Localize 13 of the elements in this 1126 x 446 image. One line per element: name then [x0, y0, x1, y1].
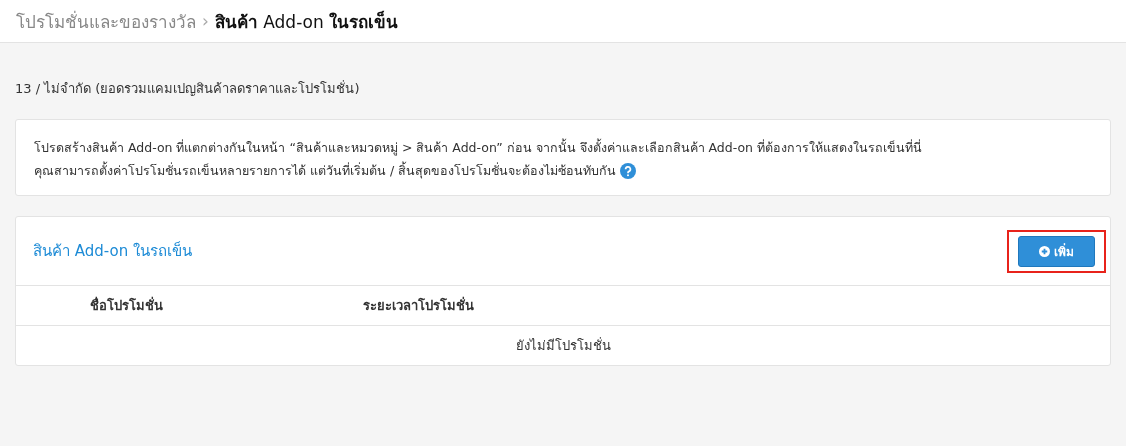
page-title: สินค้า Add-on ในรถเข็น: [214, 9, 399, 34]
empty-message: ยังไม่มีโปรโมชั่น: [515, 336, 611, 355]
help-icon[interactable]: [620, 162, 637, 179]
column-header: ระยะเวลาโปรโมชั่น: [362, 295, 475, 315]
add-button[interactable]: เพิ่ม: [1018, 235, 1095, 267]
quota-text: 13 / ไม่จำกัด (ยอดรวมแคมเปญสินค้าลดราคาและโปรโมชั่น): [15, 79, 361, 98]
plus-icon: [1039, 245, 1050, 257]
column-header: ชื่อโปรโมชั่น: [88, 295, 164, 315]
panel-title: สินค้า Add-on ในรถเข็น: [33, 240, 192, 262]
notice-text: โปรดสร้างสินค้า Add-on ที่แตกต่างกันในหน้า “สินค้าและหมวดหมู่ > สินค้า Add-on” ก่อน จากนั้น จึงตั้งค่าและเลือกสินค้า Add-on ที่ต้องการให้แสดงในรถเข็นที่นี่: [34, 137, 922, 158]
notice-text: คุณสามารถตั้งค่าโปรโมชั่นรถเข็นหลายรายการได้ แต่วันที่เริ่มต้น / สิ้นสุดของโปรโมชั่นจะต้องไม่ซ้อนทับกัน: [34, 160, 617, 181]
breadcrumb-separator: ›: [202, 11, 209, 31]
breadcrumb-link[interactable]: โปรโมชั่นและของรางวัล: [16, 7, 196, 35]
